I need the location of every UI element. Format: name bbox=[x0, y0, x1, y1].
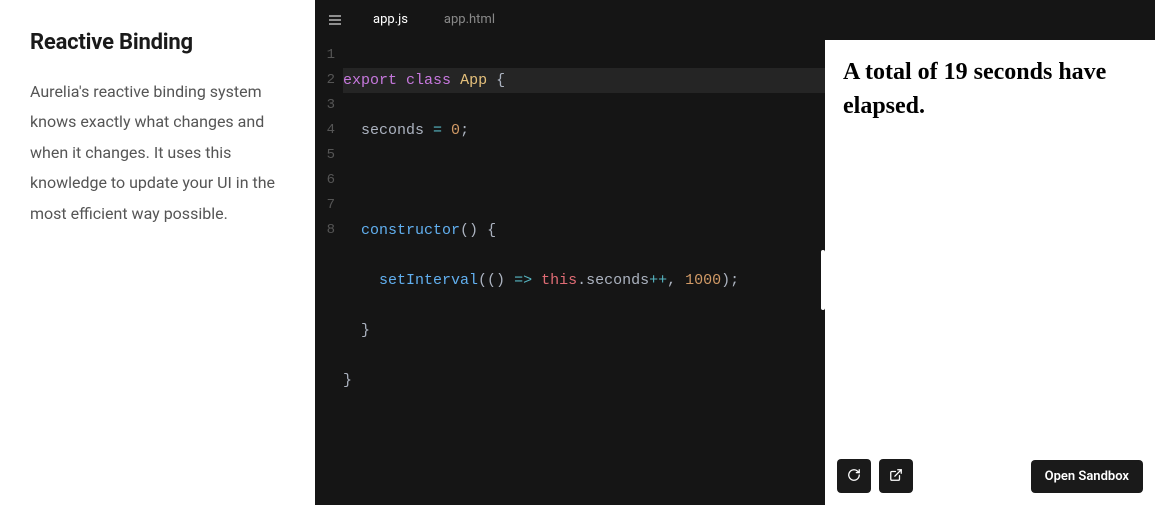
section-paragraph: Aurelia's reactive binding system knows … bbox=[30, 77, 285, 229]
tab-bar: app.js app.html bbox=[315, 0, 1155, 40]
tab-label: app.html bbox=[444, 12, 495, 27]
resize-handle[interactable] bbox=[821, 250, 825, 310]
section-heading: Reactive Binding bbox=[30, 30, 285, 55]
open-sandbox-label: Open Sandbox bbox=[1045, 469, 1129, 484]
open-new-window-button[interactable] bbox=[879, 459, 913, 493]
tab-label: app.js bbox=[373, 12, 408, 27]
code-content: export class App { seconds = 0; construc… bbox=[343, 43, 825, 505]
preview-seconds: 19 bbox=[944, 59, 968, 85]
preview-output: A total of 19 seconds have elapsed. bbox=[825, 40, 1155, 139]
description-panel: Reactive Binding Aurelia's reactive bind… bbox=[0, 0, 315, 505]
tab-app-html[interactable]: app.html bbox=[426, 0, 513, 40]
menu-icon[interactable] bbox=[315, 0, 355, 40]
editor-body: 12345678 export class App { seconds = 0;… bbox=[315, 40, 1155, 505]
code-sandbox: app.js app.html 12345678 export class Ap… bbox=[315, 0, 1155, 505]
preview-pane: A total of 19 seconds have elapsed. bbox=[825, 40, 1155, 505]
tab-app-js[interactable]: app.js bbox=[355, 0, 426, 40]
preview-footer: Open Sandbox bbox=[837, 459, 1143, 493]
preview-text-prefix: A total of bbox=[843, 59, 944, 85]
external-link-icon bbox=[889, 467, 903, 486]
refresh-icon bbox=[847, 467, 861, 486]
code-editor[interactable]: 12345678 export class App { seconds = 0;… bbox=[315, 40, 825, 505]
refresh-button[interactable] bbox=[837, 459, 871, 493]
line-gutter: 12345678 bbox=[315, 43, 343, 505]
open-sandbox-button[interactable]: Open Sandbox bbox=[1031, 460, 1143, 493]
